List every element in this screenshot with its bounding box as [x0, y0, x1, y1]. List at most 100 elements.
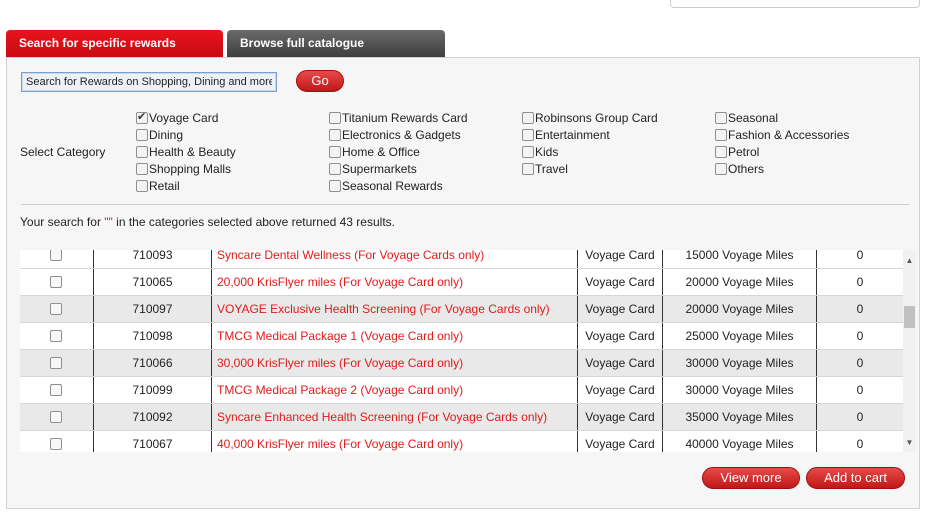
search-input[interactable]	[21, 72, 277, 92]
checkbox[interactable]	[715, 128, 727, 141]
reward-name-link[interactable]: TMCG Medical Package 1 (Voyage Card only…	[212, 323, 578, 349]
scroll-thumb[interactable]	[904, 306, 915, 328]
cost: 0	[856, 302, 864, 316]
reward-name-link[interactable]: 20,000 KrisFlyer miles (For Voyage Card …	[212, 269, 578, 295]
row-checkbox[interactable]	[50, 384, 62, 396]
checkbox[interactable]	[329, 128, 341, 141]
category-fashion-accessories[interactable]: Fashion & Accessories	[715, 126, 849, 143]
reward-code: 710067	[94, 431, 212, 452]
category-petrol[interactable]: Petrol	[715, 143, 759, 160]
category-electronics-gadgets[interactable]: Electronics & Gadgets	[329, 126, 461, 143]
add-to-cart-button[interactable]: Add to cart	[806, 467, 905, 489]
miles-required: 20000 Voyage Miles	[663, 269, 817, 295]
category-entertainment[interactable]: Entertainment	[522, 126, 610, 143]
checkbox[interactable]	[329, 145, 341, 158]
row-checkbox[interactable]	[50, 357, 62, 369]
category-seasonal[interactable]: Seasonal	[715, 109, 778, 126]
table-row: 710099 TMCG Medical Package 2 (Voyage Ca…	[20, 377, 903, 404]
reward-name-link[interactable]: Syncare Enhanced Health Screening (For V…	[212, 404, 578, 430]
miles-required: 30000 Voyage Miles	[663, 350, 817, 376]
select-category-label: Select Category	[20, 145, 106, 159]
card-type: Voyage Card	[578, 269, 663, 295]
reward-name-link[interactable]: VOYAGE Exclusive Health Screening (For V…	[212, 296, 578, 322]
row-checkbox[interactable]	[50, 276, 62, 288]
checkbox[interactable]	[136, 162, 148, 175]
cost: 0	[856, 275, 864, 289]
tab-browse-full-catalogue[interactable]: Browse full catalogue	[227, 30, 445, 57]
category-dining[interactable]: Dining	[136, 126, 183, 143]
category-shopping-malls[interactable]: Shopping Malls	[136, 160, 231, 177]
category-others[interactable]: Others	[715, 160, 764, 177]
checkbox[interactable]	[136, 179, 148, 192]
reward-code: 710065	[94, 269, 212, 295]
row-checkbox[interactable]	[50, 438, 62, 450]
table-scrollbar[interactable]: ▲ ▼	[903, 250, 916, 452]
category-home-office[interactable]: Home & Office	[329, 143, 420, 160]
table-row: 710066 30,000 KrisFlyer miles (For Voyag…	[20, 350, 903, 377]
category-seasonal-rewards[interactable]: Seasonal Rewards	[329, 177, 443, 194]
category-health-beauty[interactable]: Health & Beauty	[136, 143, 236, 160]
table-row: 710097 VOYAGE Exclusive Health Screening…	[20, 296, 903, 323]
checkbox[interactable]	[522, 128, 534, 141]
rewards-table: 710093 Syncare Dental Wellness (For Voya…	[20, 250, 916, 452]
category-voyage-card[interactable]: Voyage Card	[136, 109, 218, 126]
cost: 0	[856, 437, 864, 451]
top-input-box[interactable]	[670, 0, 920, 8]
checkbox[interactable]	[329, 179, 341, 192]
row-checkbox[interactable]	[50, 303, 62, 315]
checkbox[interactable]	[329, 111, 341, 124]
category-supermarkets[interactable]: Supermarkets	[329, 160, 417, 177]
reward-name-link[interactable]: 40,000 KrisFlyer miles (For Voyage Card …	[212, 431, 578, 452]
reward-code: 710092	[94, 404, 212, 430]
table-row: 710067 40,000 KrisFlyer miles (For Voyag…	[20, 431, 903, 452]
checkbox[interactable]	[136, 128, 148, 141]
scroll-down-arrow-icon[interactable]: ▼	[903, 438, 916, 450]
category-travel[interactable]: Travel	[522, 160, 568, 177]
card-type: Voyage Card	[578, 350, 663, 376]
checkbox[interactable]	[522, 111, 534, 124]
checkbox[interactable]	[522, 145, 534, 158]
view-more-button[interactable]: View more	[702, 467, 800, 489]
checkbox[interactable]	[715, 162, 727, 175]
table-row: 710092 Syncare Enhanced Health Screening…	[20, 404, 903, 431]
reward-code: 710097	[94, 296, 212, 322]
reward-code: 710098	[94, 323, 212, 349]
checkbox[interactable]	[329, 162, 341, 175]
divider	[21, 204, 909, 205]
card-type: Voyage Card	[578, 377, 663, 403]
search-query: ""	[104, 215, 113, 229]
scroll-up-arrow-icon[interactable]: ▲	[903, 256, 916, 268]
category-titanium-rewards-card[interactable]: Titanium Rewards Card	[329, 109, 468, 126]
search-result-summary: Your search for "" in the categories sel…	[20, 215, 395, 229]
row-checkbox[interactable]	[50, 330, 62, 342]
row-checkbox[interactable]	[50, 250, 62, 261]
reward-name-link[interactable]: TMCG Medical Package 2 (Voyage Card only…	[212, 377, 578, 403]
category-retail[interactable]: Retail	[136, 177, 180, 194]
table-row: 710093 Syncare Dental Wellness (For Voya…	[20, 250, 903, 269]
miles-required: 35000 Voyage Miles	[663, 404, 817, 430]
miles-required: 30000 Voyage Miles	[663, 377, 817, 403]
reward-code: 710093	[94, 250, 212, 268]
card-type: Voyage Card	[578, 323, 663, 349]
checkbox[interactable]	[715, 111, 727, 124]
card-type: Voyage Card	[578, 250, 663, 268]
cost: 0	[856, 329, 864, 343]
rewards-table-body: 710093 Syncare Dental Wellness (For Voya…	[20, 250, 903, 452]
card-type: Voyage Card	[578, 404, 663, 430]
checkbox[interactable]	[136, 145, 148, 158]
category-kids[interactable]: Kids	[522, 143, 558, 160]
cost: 0	[856, 250, 864, 262]
go-button[interactable]: Go	[296, 70, 344, 92]
row-checkbox[interactable]	[50, 411, 62, 423]
cost: 0	[856, 356, 864, 370]
checkbox[interactable]	[715, 145, 727, 158]
miles-required: 15000 Voyage Miles	[663, 250, 817, 268]
tab-search-specific-rewards[interactable]: Search for specific rewards	[6, 30, 223, 57]
checkbox[interactable]	[522, 162, 534, 175]
checkbox[interactable]	[136, 110, 148, 124]
reward-name-link[interactable]: Syncare Dental Wellness (For Voyage Card…	[212, 250, 578, 268]
category-robinsons-group-card[interactable]: Robinsons Group Card	[522, 109, 658, 126]
reward-name-link[interactable]: 30,000 KrisFlyer miles (For Voyage Card …	[212, 350, 578, 376]
search-panel: Go Select Category Voyage Card Dining He…	[6, 57, 920, 509]
cost: 0	[856, 383, 864, 397]
